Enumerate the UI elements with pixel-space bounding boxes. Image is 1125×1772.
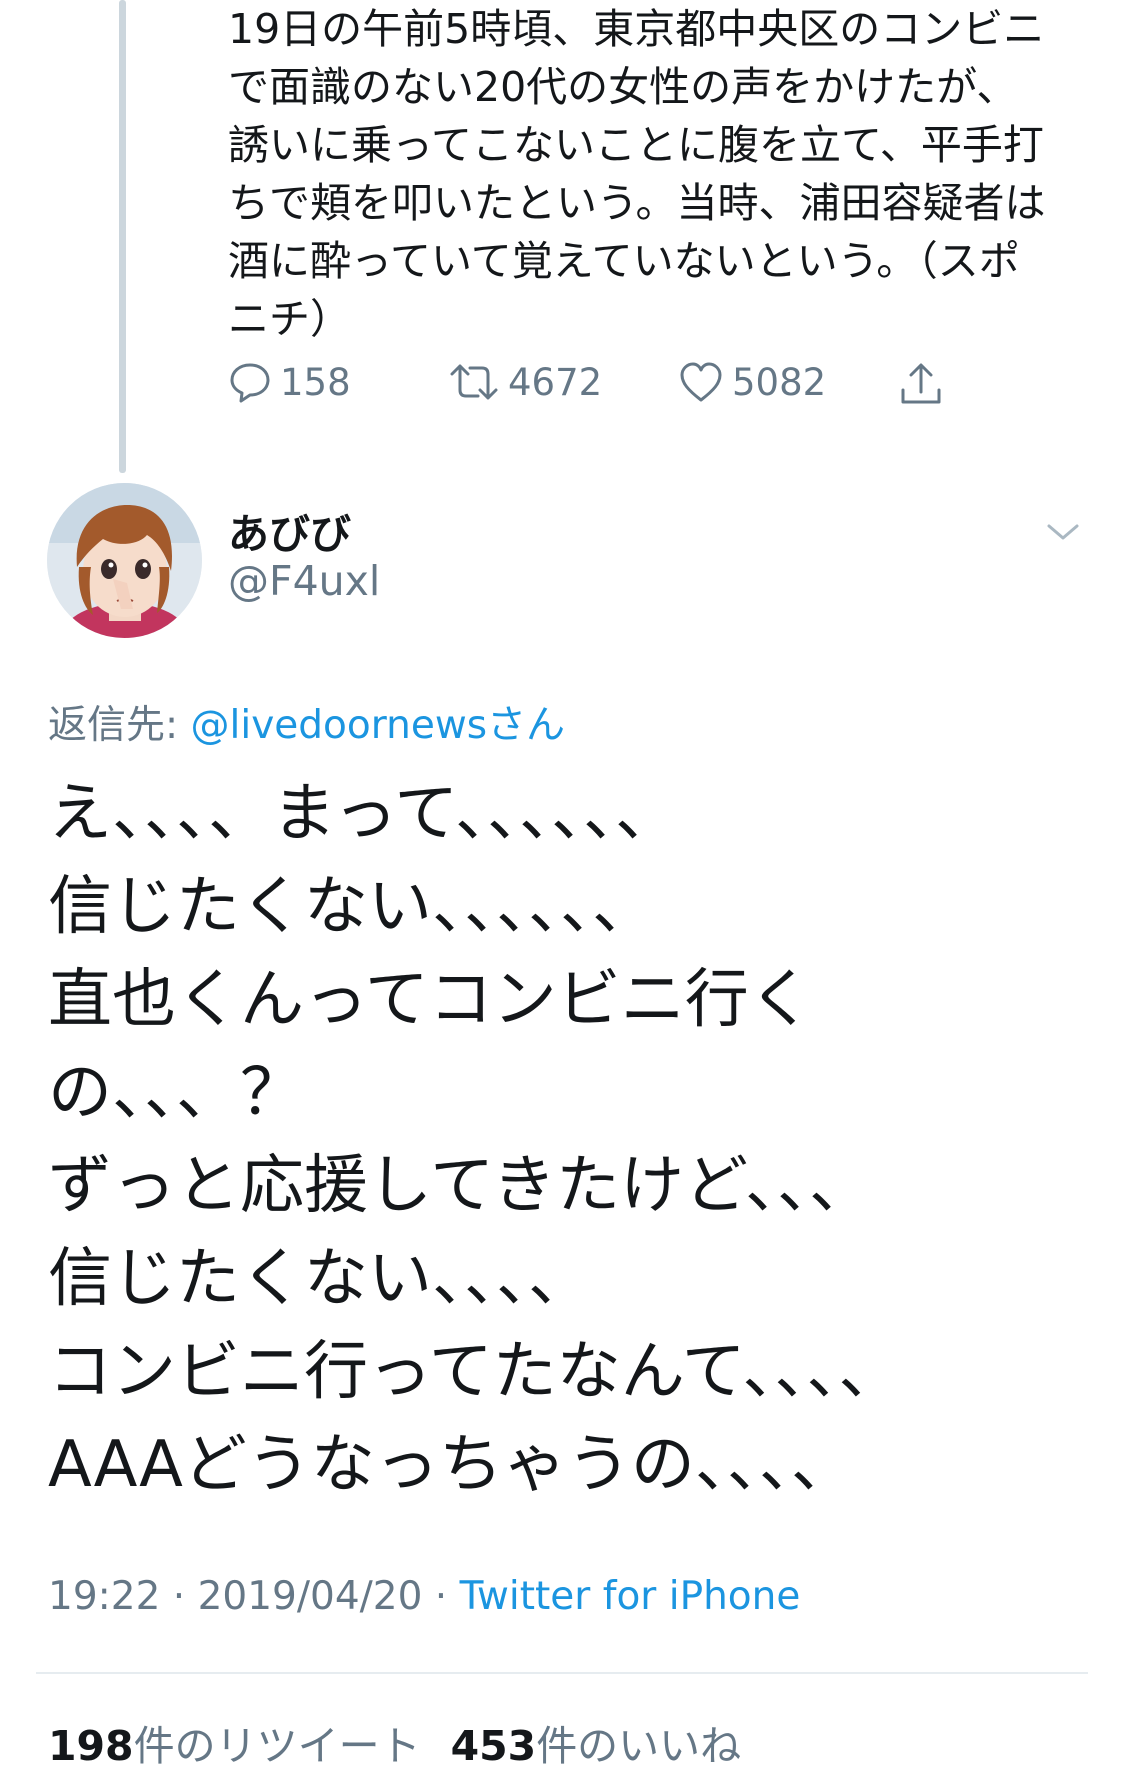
- tweet-source[interactable]: Twitter for iPhone: [460, 1574, 801, 1619]
- quoted-tweet-actions: 158 4672 5082: [228, 360, 988, 420]
- user-handle[interactable]: @F4uxl: [228, 557, 380, 605]
- reply-to-line: 返信先: @livedoornewsさん: [48, 694, 565, 750]
- like-button[interactable]: 5082: [678, 360, 826, 404]
- user-name[interactable]: あびび: [228, 500, 351, 560]
- retweet-label: 件のリツイート: [133, 1722, 421, 1770]
- tweet-date: 2019/04/20: [197, 1574, 423, 1619]
- avatar[interactable]: [47, 483, 202, 638]
- thread-line: [119, 0, 126, 473]
- tweet-body: え、、、、まって、、、、、、 信じたくない、、、、、、 直也くんってコンビニ行く…: [48, 777, 903, 1502]
- chevron-down-icon: [1047, 524, 1079, 540]
- reply-count: 158: [280, 360, 351, 404]
- share-icon: [901, 363, 941, 404]
- reply-to-mention[interactable]: @livedoornewsさん: [191, 703, 566, 748]
- more-options-button[interactable]: [1045, 520, 1081, 548]
- like-count: 5082: [732, 360, 827, 404]
- retweet-button[interactable]: 4672: [448, 360, 602, 404]
- retweet-count: 4672: [508, 360, 603, 404]
- like-stat[interactable]: 453件のいいね: [451, 1722, 742, 1770]
- reply-icon: [230, 363, 270, 403]
- retweet-number: 198: [48, 1722, 134, 1770]
- share-button[interactable]: [898, 360, 944, 408]
- reply-button[interactable]: 158: [228, 360, 351, 404]
- like-label: 件のいいね: [536, 1722, 742, 1770]
- meta-separator: ·: [422, 1574, 460, 1619]
- divider: [36, 1672, 1088, 1674]
- meta-separator: ·: [160, 1574, 198, 1619]
- tweet-stats: 198件のリツイート 453件のいいね: [48, 1712, 741, 1772]
- heart-icon: [680, 362, 722, 402]
- retweet-stat[interactable]: 198件のリツイート: [48, 1722, 421, 1770]
- tweet-meta: 19:22 · 2019/04/20 · Twitter for iPhone: [48, 1574, 800, 1619]
- retweet-icon: [450, 364, 498, 400]
- quoted-tweet-text: 19日の午前5時頃、東京都中央区のコンビニ で面識のない20代の女性の声をかけた…: [228, 5, 1046, 343]
- avatar-image: [47, 483, 202, 638]
- like-number: 453: [450, 1722, 537, 1770]
- reply-to-label: 返信先:: [48, 703, 191, 748]
- tweet-time: 19:22: [48, 1574, 161, 1619]
